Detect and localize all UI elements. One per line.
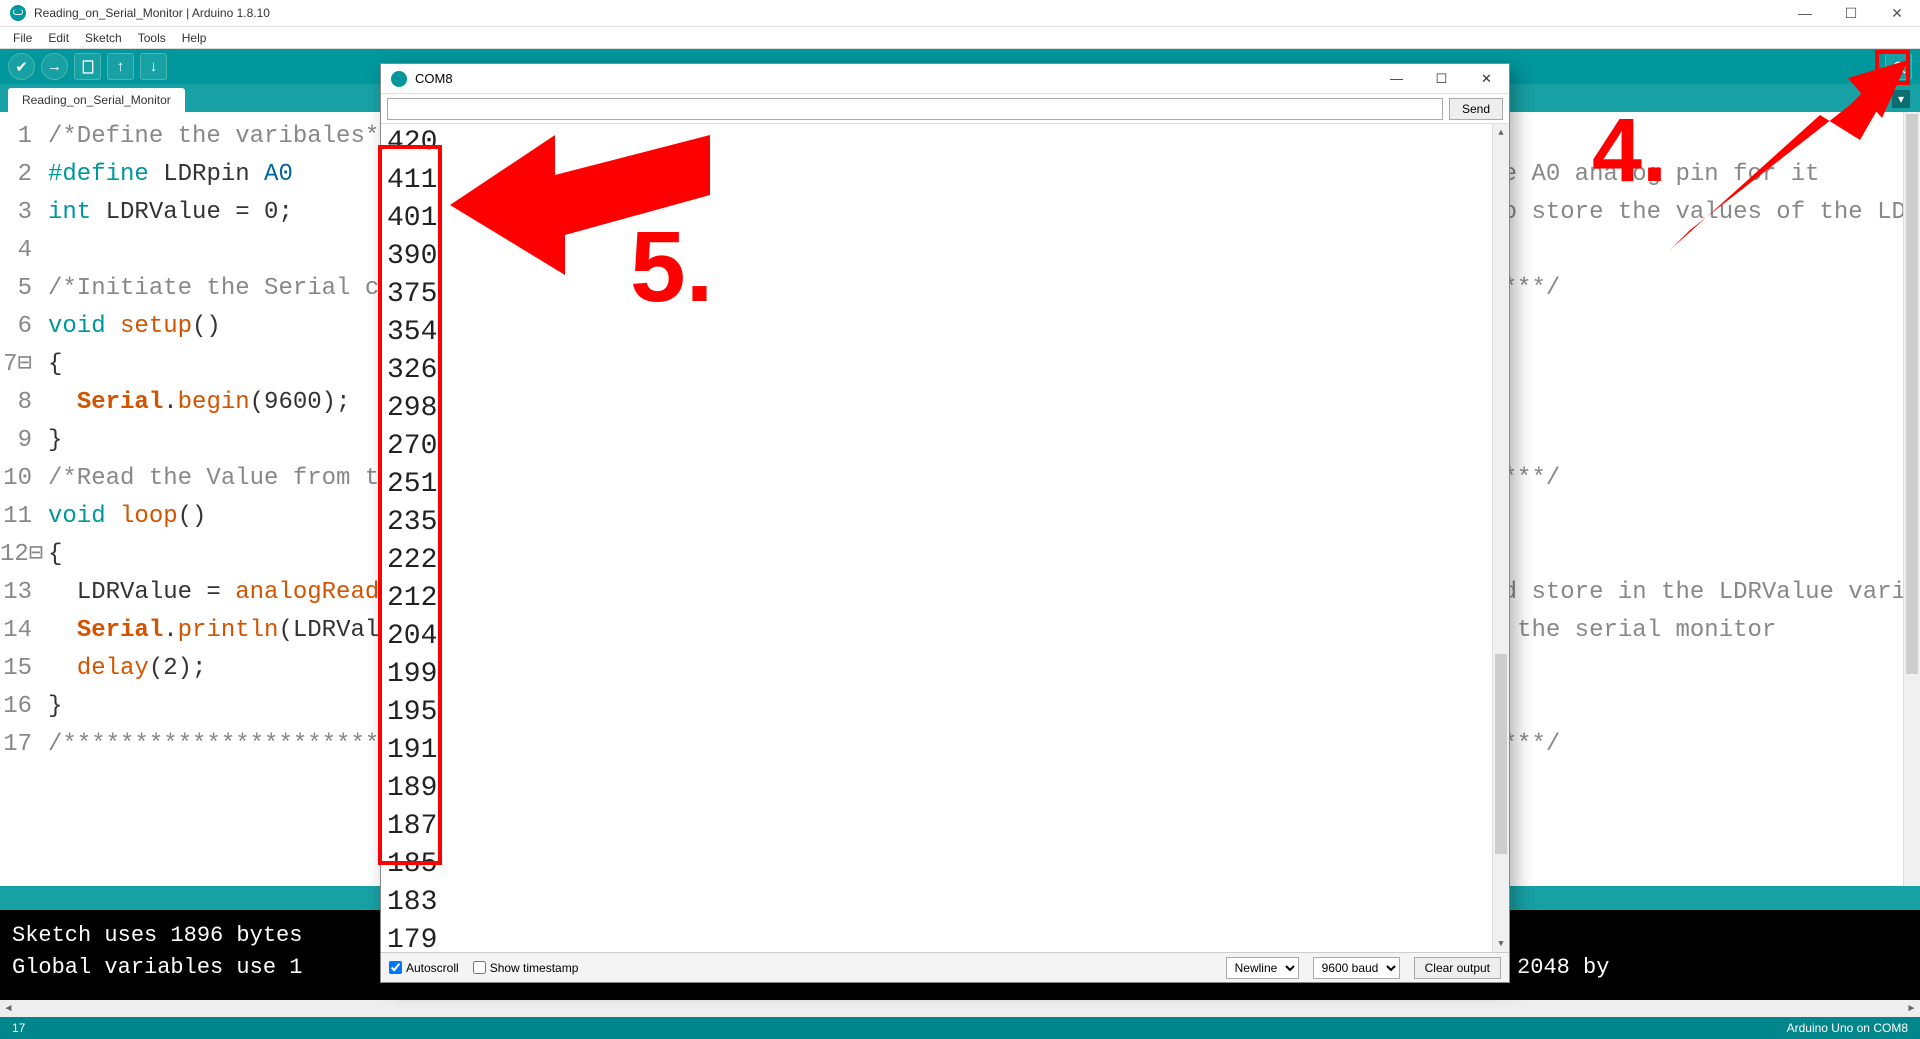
verify-button[interactable]: ✔ (8, 53, 35, 80)
serial-minimize-button[interactable]: — (1374, 64, 1419, 94)
serial-output-line: 222 (387, 542, 1503, 580)
board-port-label: Arduino Uno on COM8 (1787, 1021, 1908, 1035)
line-number-gutter: 1234567⊟89101112⊟1314151617 (0, 112, 40, 886)
line-number: 7⊟ (0, 346, 32, 384)
window-title: Reading_on_Serial_Monitor | Arduino 1.8.… (34, 6, 1782, 20)
menu-edit[interactable]: Edit (41, 29, 76, 47)
footer-bar: 17 Arduino Uno on COM8 (0, 1017, 1920, 1039)
line-number: 12⊟ (0, 536, 32, 574)
serial-vertical-scrollbar[interactable]: ▲ ▼ (1492, 124, 1509, 952)
serial-close-button[interactable]: ✕ (1464, 64, 1509, 94)
clear-output-button[interactable]: Clear output (1414, 957, 1501, 979)
arduino-app-icon (391, 71, 407, 87)
titlebar: Reading_on_Serial_Monitor | Arduino 1.8.… (0, 0, 1920, 27)
annotation-arrow-4 (1650, 60, 1910, 260)
arduino-app-icon (10, 5, 26, 21)
serial-titlebar: COM8 — ☐ ✕ (381, 64, 1509, 94)
line-number: 9 (0, 422, 32, 460)
serial-output-line: 270 (387, 428, 1503, 466)
serial-output-line: 185 (387, 846, 1503, 884)
line-number: 4 (0, 232, 32, 270)
serial-output-line: 195 (387, 694, 1503, 732)
line-number: 5 (0, 270, 32, 308)
menu-tools[interactable]: Tools (131, 29, 173, 47)
autoscroll-label: Autoscroll (406, 961, 459, 975)
serial-output-line: 179 (387, 922, 1503, 952)
sketch-tab[interactable]: Reading_on_Serial_Monitor (8, 88, 185, 112)
line-number: 10 (0, 460, 32, 498)
serial-window-title: COM8 (415, 71, 1374, 86)
timestamp-label: Show timestamp (490, 961, 579, 975)
line-number: 3 (0, 194, 32, 232)
horizontal-scrollbar[interactable]: ◄ ► (0, 1000, 1920, 1017)
annotation-arrow-5 (450, 115, 720, 285)
serial-output-line: 204 (387, 618, 1503, 656)
serial-output-line: 189 (387, 770, 1503, 808)
line-number: 15 (0, 650, 32, 688)
serial-output-line: 191 (387, 732, 1503, 770)
serial-output-line: 199 (387, 656, 1503, 694)
line-number: 8 (0, 384, 32, 422)
serial-output-line: 298 (387, 390, 1503, 428)
line-number: 6 (0, 308, 32, 346)
line-number: 16 (0, 688, 32, 726)
serial-output-line: 251 (387, 466, 1503, 504)
upload-button[interactable]: → (41, 53, 68, 80)
menu-help[interactable]: Help (175, 29, 214, 47)
scroll-up-icon[interactable]: ▲ (1493, 124, 1509, 141)
cursor-position: 17 (12, 1021, 1787, 1035)
baud-rate-select[interactable]: 9600 baud (1313, 957, 1400, 979)
line-number: 13 (0, 574, 32, 612)
serial-output-line: 183 (387, 884, 1503, 922)
serial-output-line: 326 (387, 352, 1503, 390)
line-number: 1 (0, 118, 32, 156)
line-number: 11 (0, 498, 32, 536)
line-number: 14 (0, 612, 32, 650)
scroll-down-icon[interactable]: ▼ (1493, 935, 1509, 952)
window-controls: — ☐ ✕ (1782, 0, 1920, 27)
serial-output-line: 187 (387, 808, 1503, 846)
menubar: File Edit Sketch Tools Help (0, 27, 1920, 49)
scroll-left-icon[interactable]: ◄ (0, 1000, 17, 1017)
menu-file[interactable]: File (6, 29, 39, 47)
save-button[interactable]: ↓ (140, 53, 167, 80)
line-number: 2 (0, 156, 32, 194)
new-button[interactable] (74, 53, 101, 80)
scroll-right-icon[interactable]: ► (1903, 1000, 1920, 1017)
line-ending-select[interactable]: Newline (1226, 957, 1299, 979)
menu-sketch[interactable]: Sketch (78, 29, 129, 47)
maximize-button[interactable]: ☐ (1828, 0, 1874, 27)
timestamp-checkbox[interactable]: Show timestamp (473, 961, 579, 975)
serial-maximize-button[interactable]: ☐ (1419, 64, 1464, 94)
serial-output-line: 354 (387, 314, 1503, 352)
serial-bottombar: Autoscroll Show timestamp Newline 9600 b… (381, 952, 1509, 982)
serial-output-line: 235 (387, 504, 1503, 542)
serial-output-line: 212 (387, 580, 1503, 618)
close-button[interactable]: ✕ (1874, 0, 1920, 27)
open-button[interactable]: ↑ (107, 53, 134, 80)
minimize-button[interactable]: — (1782, 0, 1828, 27)
line-number: 17 (0, 726, 32, 764)
autoscroll-checkbox[interactable]: Autoscroll (389, 961, 459, 975)
serial-send-button[interactable]: Send (1449, 98, 1503, 120)
